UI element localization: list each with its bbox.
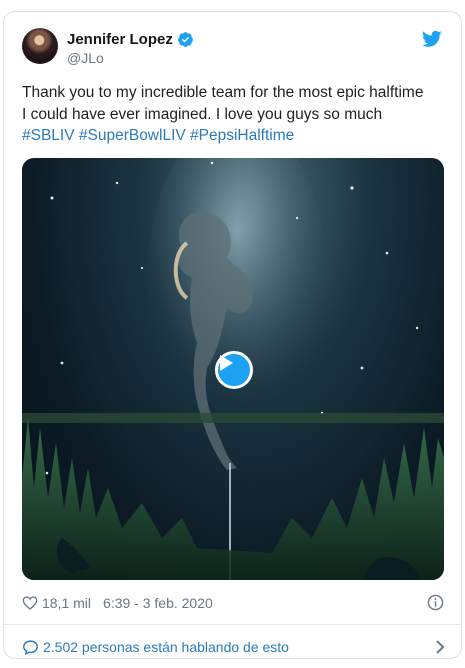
author-handle[interactable]: @JLo — [67, 50, 104, 66]
tweet-timestamp[interactable]: 6:39 - 3 feb. 2020 — [103, 595, 213, 611]
chevron-right-icon[interactable] — [434, 640, 446, 654]
tweet-text-line: Thank you to my incredible team for the … — [22, 84, 424, 101]
divider — [4, 624, 461, 625]
speech-bubble-icon — [23, 639, 38, 655]
tweet-text: Thank you to my incredible team for the … — [22, 82, 446, 147]
tweet-header: Jennifer Lopez @JLo — [22, 28, 442, 70]
play-button[interactable] — [215, 351, 253, 389]
twitter-bird-icon[interactable] — [422, 30, 442, 48]
author-name[interactable]: Jennifer Lopez — [67, 31, 173, 48]
video-thumbnail[interactable] — [22, 158, 444, 580]
tweet-meta: 18,1 mil 6:39 - 3 feb. 2020 — [22, 593, 446, 613]
info-icon[interactable] — [427, 594, 444, 611]
tweet-hashtags[interactable]: #SBLIV #SuperBowlLIV #PepsiHalftime — [22, 125, 446, 147]
like-count[interactable]: 18,1 mil — [42, 595, 91, 611]
avatar[interactable] — [22, 28, 58, 64]
author-row: Jennifer Lopez — [67, 31, 194, 48]
conversation-count[interactable]: 2.502 personas están hablando de esto — [43, 639, 289, 655]
tweet-card[interactable]: Jennifer Lopez @JLo Thank you to my incr… — [3, 11, 462, 659]
tweet-text-line: I could have ever imagined. I love you g… — [22, 105, 383, 123]
play-icon — [220, 355, 233, 371]
verified-badge-icon — [177, 32, 193, 47]
heart-icon[interactable] — [22, 595, 38, 611]
conversation-link[interactable]: 2.502 personas están hablando de esto — [22, 630, 446, 664]
